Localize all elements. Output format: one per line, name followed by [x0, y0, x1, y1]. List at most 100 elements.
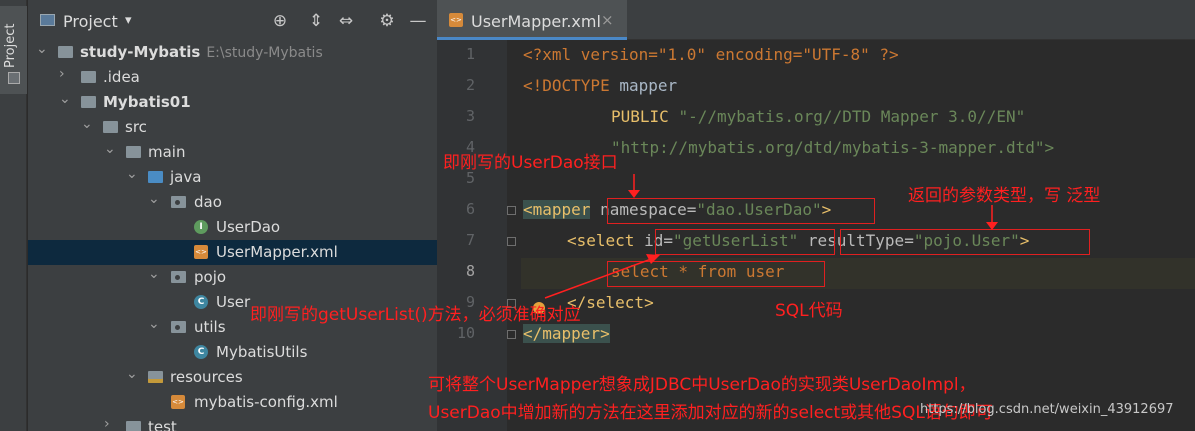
folder-icon	[8, 72, 20, 84]
tree-item-label: UserMapper.xml	[216, 243, 338, 261]
annotation-method: 即刚写的getUserList()方法，必须准确对应	[250, 305, 581, 325]
tree-item-resources[interactable]: ⌄ resources	[28, 365, 437, 390]
code-line-1[interactable]: <?xml version="1.0" encoding="UTF-8" ?>	[523, 45, 899, 64]
tree-item-label: test	[148, 418, 177, 431]
resulttype-highlight-box	[840, 229, 1090, 255]
chevron-down-icon[interactable]: ⌄	[104, 141, 116, 157]
chevron-right-icon[interactable]: ›	[59, 66, 71, 82]
resources-folder-icon	[148, 371, 163, 383]
chevron-down-icon[interactable]: ⌄	[148, 266, 160, 282]
code-line-3[interactable]: PUBLIC "-//mybatis.org//DTD Mapper 3.0//…	[611, 107, 1025, 126]
project-path: E:\study-Mybatis	[206, 45, 323, 61]
tree-item-idea[interactable]: › .idea	[28, 65, 437, 90]
annotation-interface: 即刚写的UserDao接口	[443, 153, 618, 173]
tree-item-mybatis-config[interactable]: <> mybatis-config.xml	[28, 390, 437, 415]
select-open-tag: <select	[567, 231, 635, 250]
xml-file-icon: <>	[171, 395, 185, 409]
class-icon: C	[194, 295, 208, 309]
tree-item-label: pojo	[194, 268, 227, 286]
code-line-2[interactable]: <!DOCTYPE mapper	[523, 76, 677, 95]
line-number: 6	[465, 200, 475, 218]
tree-item-label: main	[148, 143, 186, 161]
chevron-down-icon[interactable]: ⌄	[148, 316, 160, 332]
xml-declaration: <?xml version="1.0" encoding="UTF-8" ?>	[523, 45, 899, 64]
chevron-right-icon[interactable]: ›	[104, 416, 116, 431]
tree-item-label: dao	[194, 193, 222, 211]
chevron-down-icon[interactable]: ⌄	[81, 116, 93, 132]
project-view-icon	[40, 14, 55, 26]
collapse-all-icon[interactable]: ⇔	[337, 11, 355, 31]
tree-item-userdao[interactable]: I UserDao	[28, 215, 437, 240]
tab-label: UserMapper.xml	[471, 12, 601, 31]
id-highlight-box	[655, 229, 835, 255]
doctype-system-id: "http://mybatis.org/dtd/mybatis-3-mapper…	[611, 138, 1055, 157]
folder-icon	[103, 121, 118, 133]
fold-marker-icon[interactable]	[507, 330, 516, 339]
tree-item-test[interactable]: › test	[28, 415, 437, 431]
doctype-public-id: "-//mybatis.org//DTD Mapper 3.0//EN"	[678, 107, 1026, 126]
gear-icon[interactable]: ⚙	[378, 11, 396, 31]
annotation-return-type: 返回的参数类型，写 泛型	[908, 186, 1101, 206]
tree-item-mybatisutils[interactable]: C MybatisUtils	[28, 340, 437, 365]
tree-item-label: resources	[170, 368, 243, 386]
annotation-summary-line2: UserDao中增加新的方法在这里添加对应的新的select或其他SQL语句即可	[428, 403, 993, 423]
chevron-down-icon[interactable]: ▾	[125, 13, 132, 28]
line-number: 10	[456, 324, 475, 342]
tree-item-src[interactable]: ⌄ src	[28, 115, 437, 140]
doctype-keyword: <!DOCTYPE	[523, 76, 610, 95]
chevron-down-icon[interactable]: ⌄	[126, 166, 138, 182]
doctype-name: mapper	[609, 76, 678, 95]
expand-all-icon[interactable]: ⇕	[307, 11, 325, 31]
tree-item-label: mybatis-config.xml	[194, 393, 338, 411]
project-panel: Project ▾ ⊕ ⇕ ⇔ ⚙ — ⌄ study-Mybatis E:\st…	[28, 0, 437, 431]
folder-icon	[126, 421, 141, 431]
line-number: 2	[465, 76, 475, 94]
module-folder-icon	[58, 46, 73, 58]
code-line-10[interactable]: </mapper>	[523, 324, 610, 343]
fold-marker-icon[interactable]	[507, 206, 516, 215]
locate-icon[interactable]: ⊕	[271, 11, 289, 31]
mapper-close-tag: </mapper>	[523, 324, 610, 343]
tree-item-label: src	[125, 118, 147, 136]
close-icon[interactable]: ×	[601, 11, 614, 29]
source-folder-icon	[148, 171, 163, 183]
chevron-down-icon[interactable]: ⌄	[59, 91, 71, 107]
chevron-down-icon[interactable]: ⌄	[36, 41, 48, 57]
tree-item-main[interactable]: ⌄ main	[28, 140, 437, 165]
package-icon	[171, 271, 186, 283]
chevron-down-icon[interactable]: ⌄	[148, 191, 160, 207]
tab-usermapper-xml[interactable]: <> UserMapper.xml ×	[437, 0, 627, 40]
line-number: 7	[465, 231, 475, 249]
package-icon	[171, 321, 186, 333]
module-folder-icon	[81, 96, 96, 108]
code-line-4[interactable]: "http://mybatis.org/dtd/mybatis-3-mapper…	[611, 138, 1054, 157]
tool-window-stripe: Project	[0, 0, 27, 431]
fold-marker-icon[interactable]	[507, 237, 516, 246]
doctype-public: PUBLIC	[611, 107, 679, 126]
tree-item-mybatis01[interactable]: ⌄ Mybatis01	[28, 90, 437, 115]
project-tool-button[interactable]: Project	[0, 6, 27, 94]
tree-item-project-root[interactable]: ⌄ study-Mybatis E:\study-Mybatis	[28, 40, 437, 65]
tree-item-dao[interactable]: ⌄ dao	[28, 190, 437, 215]
package-icon	[171, 196, 186, 208]
project-panel-title[interactable]: Project	[63, 12, 118, 31]
line-number: 3	[465, 107, 475, 125]
annotation-sql: SQL代码	[775, 301, 843, 321]
tree-item-label: User	[216, 293, 251, 311]
watermark: https://blog.csdn.net/weixin_43912697	[920, 402, 1174, 417]
class-icon: C	[194, 345, 208, 359]
hide-icon[interactable]: —	[409, 11, 427, 31]
interface-icon: I	[194, 220, 208, 234]
xml-file-icon: <>	[194, 245, 208, 259]
line-number: 8	[465, 262, 475, 280]
sql-highlight-box	[607, 261, 825, 287]
tree-item-label: UserDao	[216, 218, 281, 236]
tree-item-usermapper-xml[interactable]: <> UserMapper.xml	[28, 240, 437, 265]
tree-item-label: MybatisUtils	[216, 343, 308, 361]
tree-item-pojo[interactable]: ⌄ pojo	[28, 265, 437, 290]
mapper-open-tag: <mapper	[523, 200, 591, 219]
xml-file-icon: <>	[449, 13, 463, 27]
tree-item-java[interactable]: ⌄ java	[28, 165, 437, 190]
line-number: 1	[465, 45, 475, 63]
chevron-down-icon[interactable]: ⌄	[126, 366, 138, 382]
